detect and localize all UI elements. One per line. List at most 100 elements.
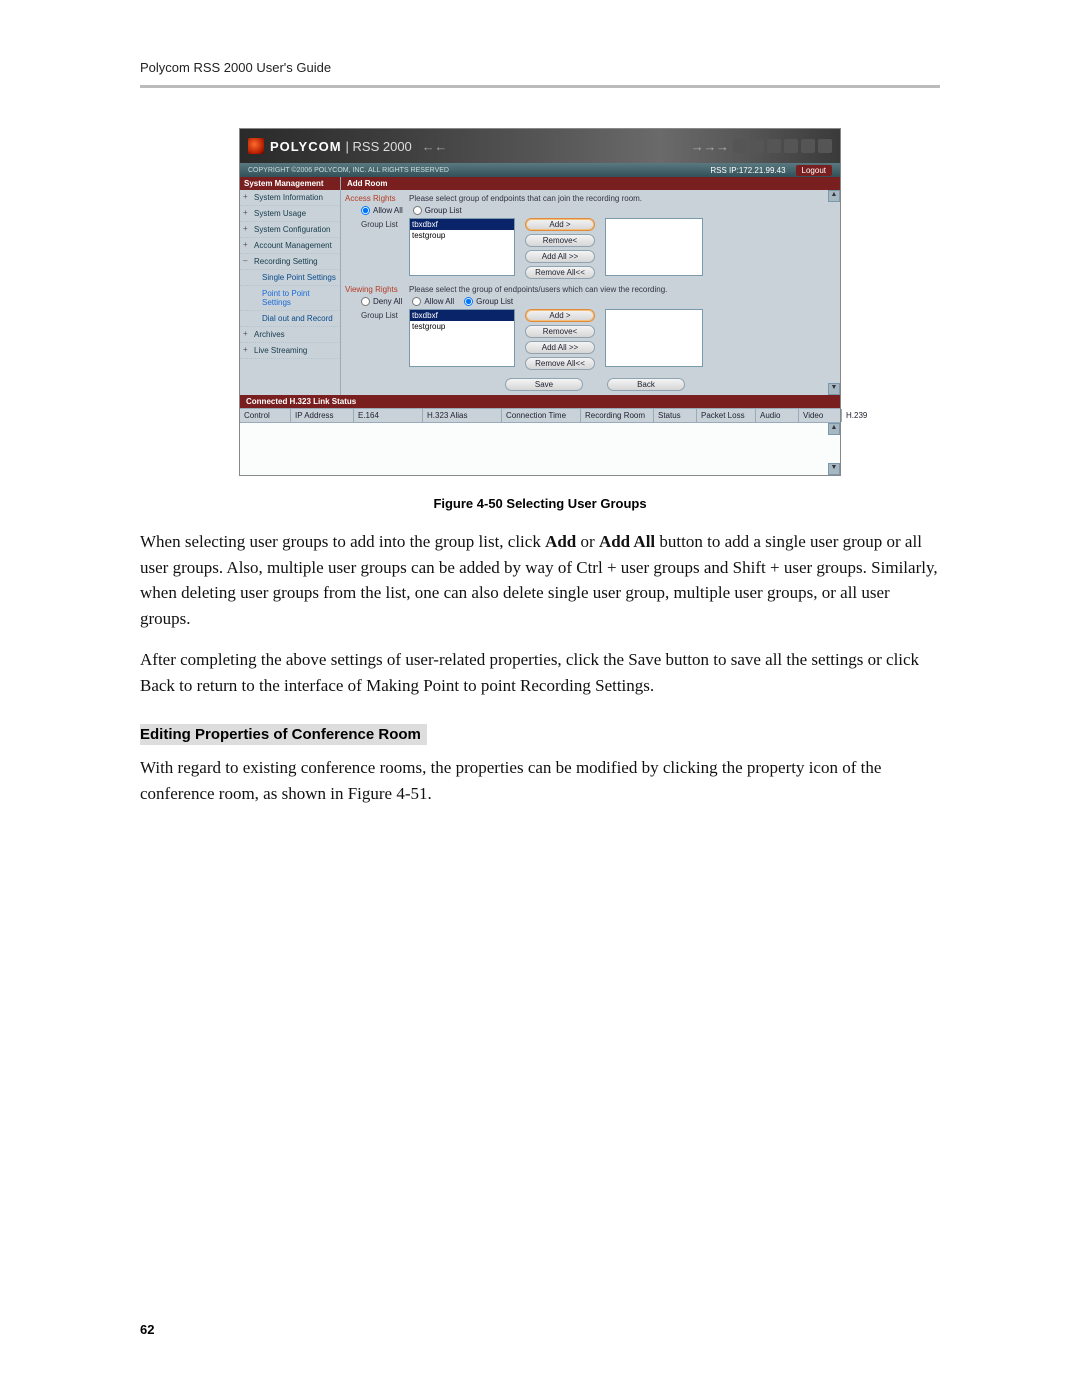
col-video[interactable]: Video [799, 409, 842, 422]
section-subhead: Editing Properties of Conference Room [140, 724, 427, 745]
collapse-icon[interactable]: – [243, 256, 247, 265]
banner-icon-2[interactable] [750, 139, 764, 153]
banner-action-icons [733, 139, 832, 153]
col-packet-loss[interactable]: Packet Loss [697, 409, 756, 422]
sidebar-item-label: Recording Setting [254, 257, 318, 266]
radio-icon[interactable] [361, 206, 370, 215]
content-title: Add Room [341, 177, 840, 190]
viewing-source-listbox[interactable]: tbxdbxf testgroup [409, 309, 515, 367]
add-button[interactable]: Add > [525, 309, 595, 322]
nav-forward-icon[interactable]: → → → [691, 139, 727, 154]
banner-icon-3[interactable] [767, 139, 781, 153]
nav-back-icon[interactable]: ← ← [422, 139, 446, 154]
access-source-listbox[interactable]: tbxdbxf testgroup [409, 218, 515, 276]
banner-icon-1[interactable] [733, 139, 747, 153]
body-paragraph-2: After completing the above settings of u… [140, 647, 940, 698]
col-control[interactable]: Control [240, 409, 291, 422]
access-buttons: Add > Remove< Add All >> Remove All<< [525, 218, 595, 279]
list-item[interactable]: tbxdbxf [410, 310, 514, 321]
viewing-rights-label: Viewing Rights [345, 285, 403, 294]
viewing-rights-desc: Please select the group of endpoints/use… [409, 285, 667, 294]
col-recording-room[interactable]: Recording Room [581, 409, 654, 422]
viewing-deny-all-radio[interactable]: Deny All [361, 297, 402, 306]
banner-icon-5[interactable] [801, 139, 815, 153]
sidebar-item-system-usage[interactable]: + System Usage [240, 206, 340, 222]
col-audio[interactable]: Audio [756, 409, 799, 422]
access-dest-listbox[interactable] [605, 218, 703, 276]
sidebar-sub-dial-out-record[interactable]: Dial out and Record [240, 311, 340, 327]
access-rights-desc: Please select group of endpoints that ca… [409, 194, 642, 203]
remove-all-button[interactable]: Remove All<< [525, 266, 595, 279]
scroll-up-icon[interactable]: ▲ [828, 190, 840, 202]
col-h323-alias[interactable]: H.323 Alias [423, 409, 502, 422]
access-rights-label: Access Rights [345, 194, 403, 203]
viewing-allow-all-radio[interactable]: Allow All [412, 297, 454, 306]
expand-icon[interactable]: + [243, 240, 248, 249]
app-banner: POLYCOM | RSS 2000 ← ← → → → [240, 129, 840, 163]
add-button[interactable]: Add > [525, 218, 595, 231]
radio-label: Deny All [373, 297, 402, 306]
list-item[interactable]: testgroup [410, 230, 514, 241]
radio-icon[interactable] [413, 206, 422, 215]
scroll-up-icon[interactable]: ▲ [828, 423, 840, 435]
rss-ip-text: RSS IP:172.21.99.43 [710, 166, 785, 175]
radio-icon[interactable] [412, 297, 421, 306]
scroll-down-icon[interactable]: ▼ [828, 463, 840, 475]
save-button[interactable]: Save [505, 378, 583, 391]
expand-icon[interactable]: + [243, 329, 248, 338]
viewing-rights-header: Viewing Rights Please select the group o… [345, 285, 836, 294]
sidebar-item-system-information[interactable]: + System Information [240, 190, 340, 206]
polycom-logo-icon [248, 138, 264, 154]
viewing-dest-listbox[interactable] [605, 309, 703, 367]
remove-button[interactable]: Remove< [525, 325, 595, 338]
list-item[interactable]: tbxdbxf [410, 219, 514, 230]
brand-subtext: | RSS 2000 [346, 139, 412, 154]
col-status[interactable]: Status [654, 409, 697, 422]
list-item[interactable]: testgroup [410, 321, 514, 332]
logout-button[interactable]: Logout [796, 165, 832, 176]
sidebar-item-label: System Configuration [254, 225, 330, 234]
access-rights-header: Access Rights Please select group of end… [345, 194, 836, 203]
add-all-button[interactable]: Add All >> [525, 250, 595, 263]
sidebar-item-system-configuration[interactable]: + System Configuration [240, 222, 340, 238]
banner-icon-6[interactable] [818, 139, 832, 153]
sidebar-item-archives[interactable]: + Archives [240, 327, 340, 343]
back-button[interactable]: Back [607, 378, 685, 391]
scroll-down-icon[interactable]: ▼ [828, 383, 840, 395]
add-all-button[interactable]: Add All >> [525, 341, 595, 354]
viewing-group-list-radio[interactable]: Group List [464, 297, 513, 306]
status-grid-header: Control IP Address E.164 H.323 Alias Con… [240, 408, 840, 423]
radio-icon[interactable] [361, 297, 370, 306]
access-group-list-radio[interactable]: Group List [413, 206, 462, 215]
brand-text: POLYCOM [270, 139, 342, 154]
group-list-label: Group List [361, 309, 403, 320]
expand-icon[interactable]: + [243, 208, 248, 217]
banner-icon-4[interactable] [784, 139, 798, 153]
col-connection-time[interactable]: Connection Time [502, 409, 581, 422]
col-ip-address[interactable]: IP Address [291, 409, 354, 422]
sidebar-item-live-streaming[interactable]: + Live Streaming [240, 343, 340, 359]
sidebar-sub-point-to-point[interactable]: Point to Point Settings [240, 286, 340, 311]
col-h239[interactable]: H.239 [842, 409, 871, 422]
expand-icon[interactable]: + [243, 345, 248, 354]
sidebar-item-label: Account Management [254, 241, 332, 250]
sidebar-item-recording-setting[interactable]: – Recording Setting [240, 254, 340, 270]
remove-button[interactable]: Remove< [525, 234, 595, 247]
radio-icon[interactable] [464, 297, 473, 306]
sidebar-item-account-management[interactable]: + Account Management [240, 238, 340, 254]
expand-icon[interactable]: + [243, 192, 248, 201]
doc-header: Polycom RSS 2000 User's Guide [140, 60, 940, 88]
save-back-row: Save Back [345, 378, 836, 391]
figure-caption: Figure 4-50 Selecting User Groups [140, 496, 940, 511]
sidebar-sub-single-point[interactable]: Single Point Settings [240, 270, 340, 286]
radio-label: Allow All [373, 206, 403, 215]
body-paragraph-3: With regard to existing conference rooms… [140, 755, 940, 806]
access-allow-all-radio[interactable]: Allow All [361, 206, 403, 215]
viewing-rights-radios: Deny All Allow All Group List [345, 297, 836, 306]
page-number: 62 [140, 1322, 154, 1337]
sidebar: System Management + System Information +… [240, 177, 341, 395]
expand-icon[interactable]: + [243, 224, 248, 233]
remove-all-button[interactable]: Remove All<< [525, 357, 595, 370]
col-e164[interactable]: E.164 [354, 409, 423, 422]
viewing-buttons: Add > Remove< Add All >> Remove All<< [525, 309, 595, 370]
